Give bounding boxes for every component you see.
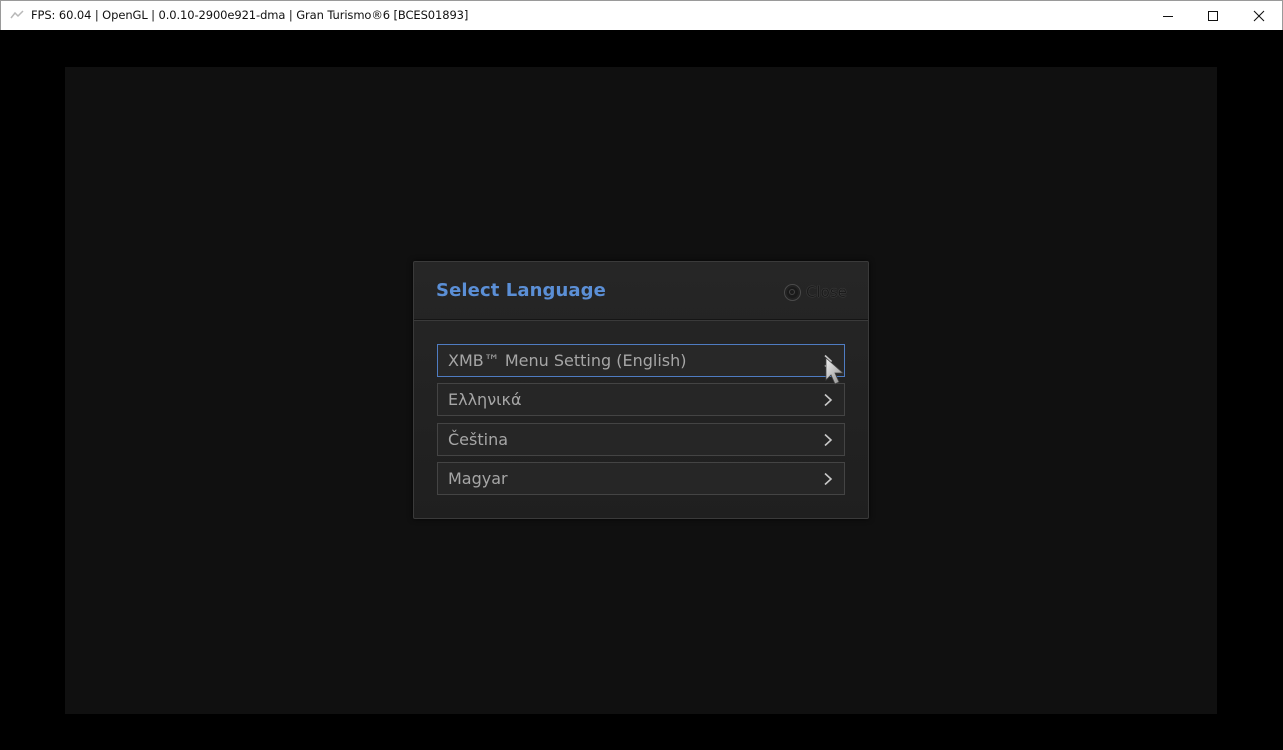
chevron-right-icon xyxy=(824,433,833,447)
language-option-czech[interactable]: Čeština xyxy=(437,423,845,456)
chevron-right-icon xyxy=(824,393,833,407)
window-title: FPS: 60.04 | OpenGL | 0.0.10-2900e921-dm… xyxy=(31,8,469,22)
language-option-hungarian[interactable]: Magyar xyxy=(437,462,845,495)
close-label: Close xyxy=(806,283,847,301)
chevron-right-icon xyxy=(824,354,833,368)
language-option-label: Čeština xyxy=(448,430,509,449)
minimize-icon xyxy=(1163,15,1173,17)
language-option-label: Ελληνικά xyxy=(448,390,522,409)
window-titlebar[interactable]: FPS: 60.04 | OpenGL | 0.0.10-2900e921-dm… xyxy=(0,0,1283,30)
circle-button-icon xyxy=(784,283,801,301)
language-option-label: XMB™ Menu Setting (English) xyxy=(448,351,687,370)
chevron-right-icon xyxy=(824,472,833,486)
language-option-greek[interactable]: Ελληνικά xyxy=(437,383,845,416)
close-icon xyxy=(1253,10,1265,21)
language-option-xmb-english[interactable]: XMB™ Menu Setting (English) xyxy=(437,344,845,377)
dialog-divider xyxy=(414,319,868,321)
language-option-label: Magyar xyxy=(448,469,508,488)
dialog-close-button[interactable]: Close xyxy=(784,282,847,302)
maximize-button[interactable] xyxy=(1190,1,1236,30)
dialog-title: Select Language xyxy=(436,280,606,301)
close-window-button[interactable] xyxy=(1236,1,1282,30)
minimize-button[interactable] xyxy=(1145,1,1191,30)
maximize-icon xyxy=(1208,10,1218,21)
language-dialog: Select Language Close XMB™ Menu Setting … xyxy=(413,261,869,519)
app-icon xyxy=(10,10,24,19)
